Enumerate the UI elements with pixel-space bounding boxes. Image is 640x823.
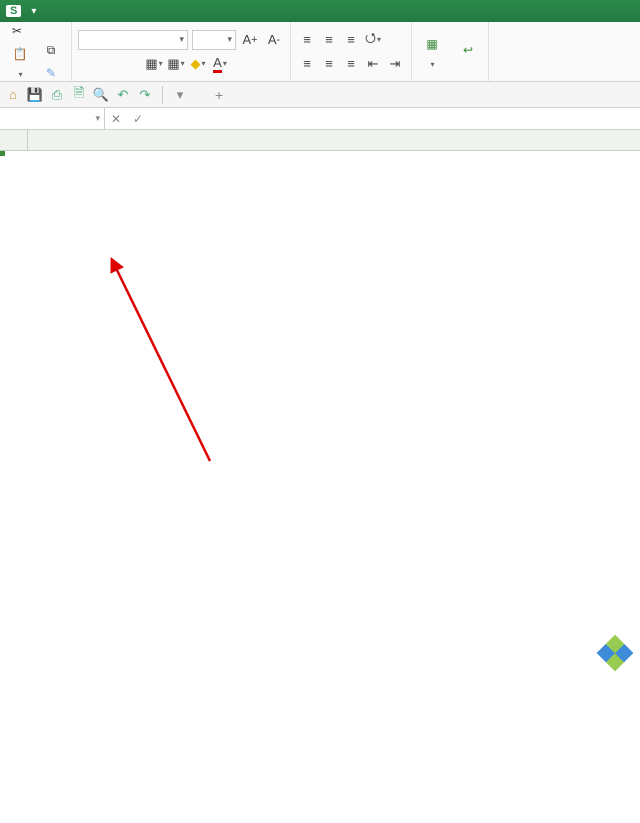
new-tab-button[interactable]: + bbox=[207, 87, 231, 103]
align-middle-icon[interactable]: ≡ bbox=[319, 30, 339, 50]
scissors-icon: ✂ bbox=[9, 23, 25, 39]
column-headers bbox=[0, 130, 640, 151]
watermark bbox=[602, 640, 634, 666]
spreadsheet-grid[interactable] bbox=[0, 130, 640, 151]
align-left-icon[interactable]: ≡ bbox=[297, 54, 317, 74]
app-logo: S bbox=[6, 5, 21, 17]
font-color-button[interactable]: A bbox=[210, 54, 230, 74]
wrap-text-button[interactable]: ↩ bbox=[454, 37, 482, 66]
formula-bar: ✕ ✓ bbox=[0, 108, 640, 130]
merge-icon: ▦ bbox=[421, 33, 443, 55]
separator bbox=[162, 86, 163, 104]
preview-icon[interactable]: 🔍 bbox=[92, 86, 110, 104]
align-center-icon[interactable]: ≡ bbox=[319, 54, 339, 74]
copy-icon: ⧉ bbox=[43, 43, 59, 59]
align-top-icon[interactable]: ≡ bbox=[297, 30, 317, 50]
font-group: A+ A- ▦ ▦ ◆ A bbox=[72, 22, 291, 81]
name-box[interactable] bbox=[0, 108, 105, 129]
undo-icon[interactable]: ↶ bbox=[114, 86, 132, 104]
annotation-arrow bbox=[0, 151, 640, 823]
redo-icon[interactable]: ↷ bbox=[136, 86, 154, 104]
merge-center-button[interactable]: ▦ bbox=[418, 31, 446, 72]
indent-increase-icon[interactable]: ⇥ bbox=[385, 54, 405, 74]
underline-button[interactable] bbox=[122, 54, 142, 74]
orientation-icon[interactable]: ⭯ bbox=[363, 30, 383, 50]
border-button[interactable]: ▦ bbox=[144, 54, 164, 74]
save-icon[interactable]: 💾 bbox=[26, 86, 44, 104]
font-size-select[interactable] bbox=[192, 30, 236, 50]
format-painter-button[interactable]: ✎ bbox=[40, 63, 65, 83]
align-right-icon[interactable]: ≡ bbox=[341, 54, 361, 74]
align-group: ≡ ≡ ≡ ⭯ ≡ ≡ ≡ ⇤ ⇥ bbox=[291, 22, 412, 81]
copy-button[interactable]: ⧉ bbox=[40, 41, 65, 61]
paste-button[interactable]: 📋 bbox=[6, 41, 34, 83]
clipboard-group: ✂ 📋 ⧉ ✎ bbox=[0, 22, 72, 81]
active-cell-outline bbox=[0, 151, 4, 155]
cut-button[interactable]: ✂ bbox=[6, 21, 65, 41]
clipboard-icon: 📋 bbox=[9, 43, 31, 65]
app-menu-dropdown-icon[interactable]: ▾ bbox=[31, 6, 36, 17]
watermark-logo-icon bbox=[597, 635, 634, 672]
fill-color-button[interactable]: ◆ bbox=[188, 54, 208, 74]
indent-decrease-icon[interactable]: ⇤ bbox=[363, 54, 383, 74]
home-icon[interactable]: ⌂ bbox=[4, 86, 22, 104]
wrap-icon: ↩ bbox=[457, 39, 479, 61]
merge-group: ▦ ↩ bbox=[412, 22, 489, 81]
align-bottom-icon[interactable]: ≡ bbox=[341, 30, 361, 50]
select-all-corner[interactable] bbox=[0, 130, 28, 150]
title-bar: S ▾ bbox=[0, 0, 640, 22]
accept-formula-icon[interactable]: ✓ bbox=[127, 112, 149, 126]
paintbrush-icon: ✎ bbox=[43, 65, 59, 81]
decrease-font-icon[interactable]: A- bbox=[264, 30, 284, 50]
print-preview-icon[interactable]: 🗎 bbox=[70, 86, 88, 104]
cancel-formula-icon[interactable]: ✕ bbox=[105, 112, 127, 126]
italic-button[interactable] bbox=[100, 54, 120, 74]
bold-button[interactable] bbox=[78, 54, 98, 74]
dropdown-icon[interactable]: ▾ bbox=[171, 86, 189, 104]
fill-cell-button[interactable]: ▦ bbox=[166, 54, 186, 74]
font-name-select[interactable] bbox=[78, 30, 188, 50]
ribbon: ✂ 📋 ⧉ ✎ A+ A- ▦ ▦ ◆ A bbox=[0, 22, 640, 82]
quick-access-toolbar: ⌂ 💾 ⎙ 🗎 🔍 ↶ ↷ ▾ + bbox=[0, 82, 640, 108]
increase-font-icon[interactable]: A+ bbox=[240, 30, 260, 50]
print-icon[interactable]: ⎙ bbox=[48, 86, 66, 104]
